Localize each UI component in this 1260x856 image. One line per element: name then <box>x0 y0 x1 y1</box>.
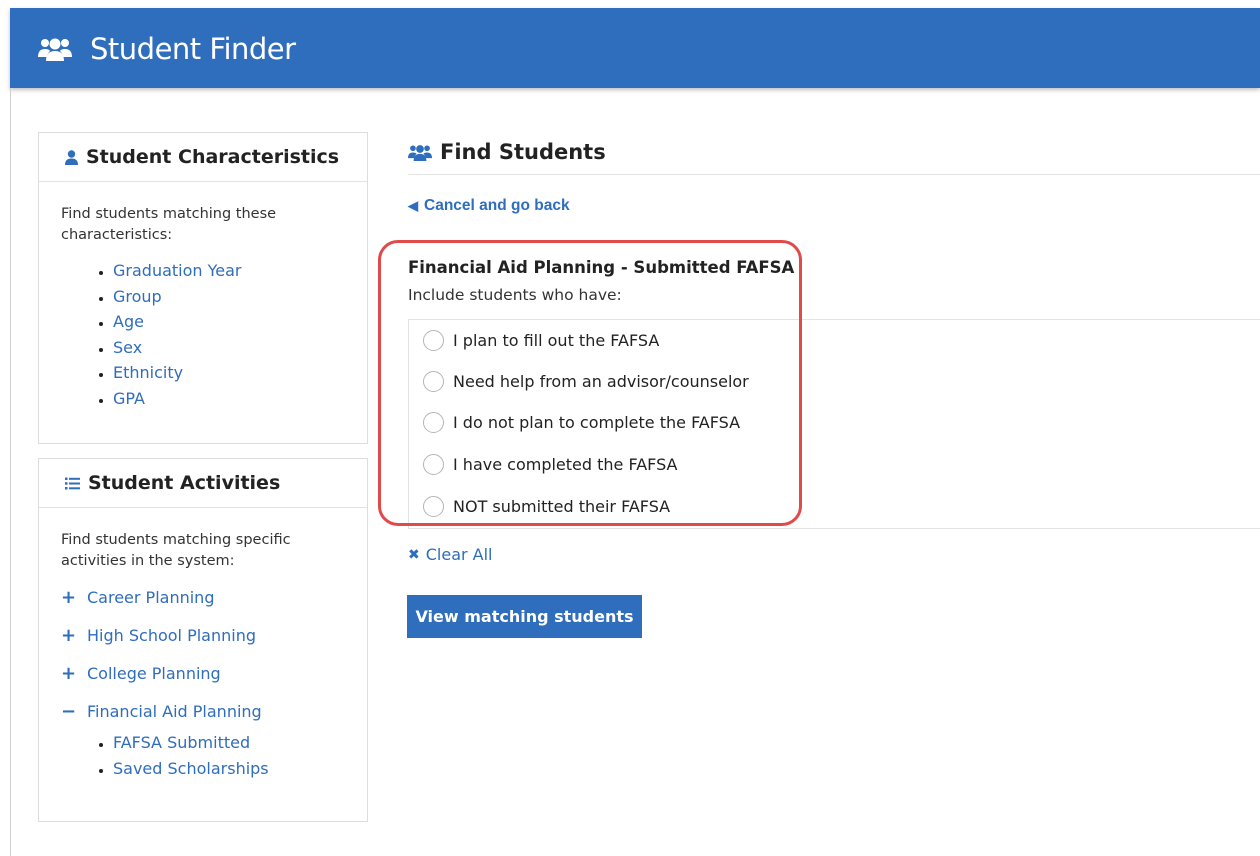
main-content: Find Students ◀ Cancel and go back Finan… <box>408 130 1260 529</box>
user-icon <box>65 149 78 165</box>
clear-all-link[interactable]: ✖ Clear All <box>408 545 493 564</box>
radio-button[interactable] <box>423 454 444 475</box>
characteristics-title: Student Characteristics <box>86 146 340 168</box>
list-icon <box>65 477 80 490</box>
page-title-text: Find Students <box>440 140 606 164</box>
app-header: Student Finder <box>10 8 1260 88</box>
activities-description: Find students matching specific activiti… <box>61 532 291 569</box>
page-title: Find Students <box>408 130 1260 175</box>
characteristics-description: Find students matching these characteris… <box>61 206 277 243</box>
close-icon: ✖ <box>408 546 420 563</box>
radio-button[interactable] <box>423 371 444 392</box>
financial-aid-sublist: FAFSA Submitted Saved Scholarships <box>61 730 345 781</box>
option-not-plan-to-complete[interactable]: I do not plan to complete the FAFSA <box>423 412 740 433</box>
expand-plus-icon: + <box>61 586 77 608</box>
characteristic-item-group[interactable]: Group <box>113 284 345 310</box>
radio-button[interactable] <box>423 330 444 351</box>
app-title: Student Finder <box>90 32 296 66</box>
cancel-back-link[interactable]: ◀ Cancel and go back <box>408 197 570 215</box>
collapse-minus-icon: − <box>61 700 77 722</box>
characteristic-item-age[interactable]: Age <box>113 309 345 335</box>
radio-button[interactable] <box>423 412 444 433</box>
option-have-completed[interactable]: I have completed the FAFSA <box>423 454 677 475</box>
back-triangle-icon: ◀ <box>408 198 418 213</box>
characteristic-item-ethnicity[interactable]: Ethnicity <box>113 360 345 386</box>
page-left-border <box>10 88 11 856</box>
characteristics-panel-header: Student Characteristics <box>39 133 367 182</box>
characteristic-item-sex[interactable]: Sex <box>113 335 345 361</box>
characteristics-panel: Student Characteristics Find students ma… <box>38 132 368 444</box>
users-icon <box>38 37 72 61</box>
expand-plus-icon: + <box>61 662 77 684</box>
activities-title: Student Activities <box>88 472 281 494</box>
characteristic-item-gpa[interactable]: GPA <box>113 386 345 412</box>
characteristic-item-graduation-year[interactable]: Graduation Year <box>113 258 345 284</box>
filter-title: Financial Aid Planning - Submitted FAFSA <box>408 258 795 277</box>
activity-college-planning[interactable]: + College Planning <box>61 654 345 692</box>
view-matching-students-button[interactable]: View matching students <box>407 595 642 638</box>
subitem-saved-scholarships[interactable]: Saved Scholarships <box>113 756 345 782</box>
radio-button[interactable] <box>423 496 444 517</box>
users-icon <box>408 144 432 161</box>
subitem-fafsa-submitted[interactable]: FAFSA Submitted <box>113 730 345 756</box>
activity-financial-aid-planning[interactable]: − Financial Aid Planning <box>61 692 345 730</box>
characteristics-list: Graduation Year Group Age Sex Ethnicity … <box>61 258 345 411</box>
fafsa-options-group: I plan to fill out the FAFSA Need help f… <box>408 319 1260 529</box>
expand-plus-icon: + <box>61 624 77 646</box>
option-plan-to-fill-out[interactable]: I plan to fill out the FAFSA <box>423 330 659 351</box>
activity-high-school-planning[interactable]: + High School Planning <box>61 616 345 654</box>
filter-subtitle: Include students who have: <box>408 286 622 304</box>
activity-career-planning[interactable]: + Career Planning <box>61 578 345 616</box>
activities-panel-header: Student Activities <box>39 459 367 508</box>
activities-panel: Student Activities Find students matchin… <box>38 458 368 822</box>
option-not-submitted[interactable]: NOT submitted their FAFSA <box>423 496 670 517</box>
option-need-help[interactable]: Need help from an advisor/counselor <box>423 371 749 392</box>
